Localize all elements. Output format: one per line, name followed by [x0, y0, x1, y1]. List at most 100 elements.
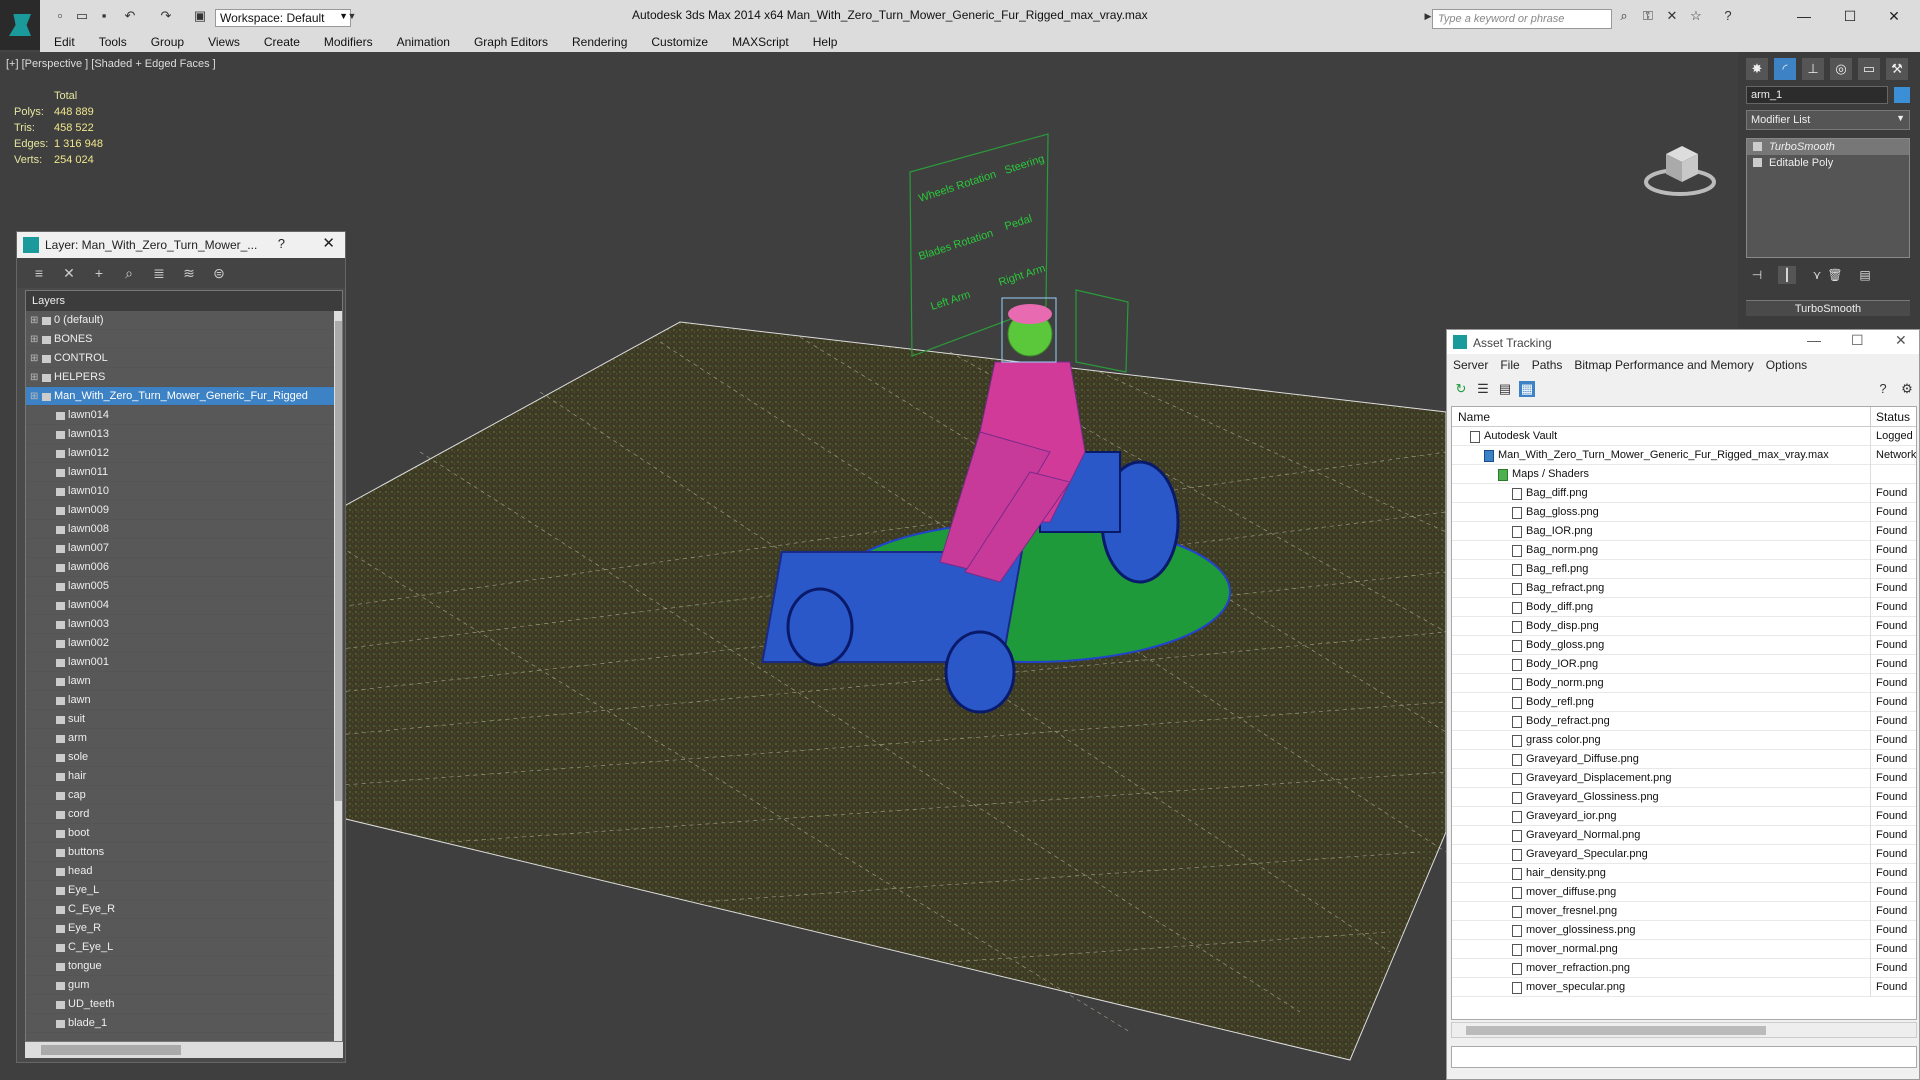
- refresh-icon[interactable]: ↻: [1453, 381, 1469, 397]
- hierarchy-tab-icon[interactable]: ⊥: [1802, 58, 1824, 80]
- expand-icon[interactable]: ⊞: [30, 311, 38, 330]
- menu-maxscript[interactable]: MAXScript: [732, 35, 789, 49]
- maximize-button[interactable]: ☐: [1828, 4, 1872, 28]
- viewport-label[interactable]: [+] [Perspective ] [Shaded + Edged Faces…: [6, 58, 216, 70]
- layer-row[interactable]: lawn003: [26, 615, 342, 634]
- layer-row[interactable]: lawn005: [26, 577, 342, 596]
- create-tab-icon[interactable]: ✸: [1746, 58, 1768, 80]
- key-icon[interactable]: ⚿: [1640, 8, 1656, 24]
- binoculars-icon[interactable]: ⌕: [1616, 8, 1632, 24]
- asset-row[interactable]: Body_disp.png Found: [1452, 617, 1916, 636]
- details-view-icon[interactable]: ▤: [1497, 381, 1513, 397]
- menu-options[interactable]: Options: [1766, 358, 1807, 372]
- horizontal-scrollbar[interactable]: [25, 1042, 343, 1058]
- menu-bitmap-performance[interactable]: Bitmap Performance and Memory: [1574, 358, 1753, 372]
- remove-modifier-icon[interactable]: 🗑: [1826, 266, 1844, 284]
- layer-row[interactable]: lawn: [26, 691, 342, 710]
- close-button[interactable]: ✕: [1895, 332, 1907, 349]
- menu-file[interactable]: File: [1500, 358, 1519, 372]
- asset-row[interactable]: Bag_refl.png Found: [1452, 560, 1916, 579]
- menu-tools[interactable]: Tools: [99, 35, 127, 49]
- select-objects-icon[interactable]: ⌕: [121, 265, 137, 281]
- menu-rendering[interactable]: Rendering: [572, 35, 627, 49]
- layer-row[interactable]: Eye_R: [26, 919, 342, 938]
- modifier-list-dropdown[interactable]: Modifier List ▼: [1746, 110, 1910, 130]
- display-tab-icon[interactable]: ▭: [1858, 58, 1880, 80]
- layer-row[interactable]: lawn009: [26, 501, 342, 520]
- layer-row[interactable]: C_Eye_L: [26, 938, 342, 957]
- stack-item-editable-poly[interactable]: Editable Poly: [1747, 155, 1909, 171]
- list-view-icon[interactable]: ☰: [1475, 381, 1491, 397]
- layer-row[interactable]: lawn002: [26, 634, 342, 653]
- project-folder-icon[interactable]: ▣: [192, 8, 208, 24]
- asset-row[interactable]: Man_With_Zero_Turn_Mower_Generic_Fur_Rig…: [1452, 446, 1916, 465]
- layer-row[interactable]: arm: [26, 729, 342, 748]
- object-color-swatch[interactable]: [1894, 87, 1910, 103]
- scrollbar-thumb[interactable]: [41, 1045, 181, 1055]
- layer-row[interactable]: lawn004: [26, 596, 342, 615]
- asset-row[interactable]: Body_diff.png Found: [1452, 598, 1916, 617]
- table-view-icon[interactable]: ▦: [1519, 381, 1535, 397]
- layer-row[interactable]: cord: [26, 805, 342, 824]
- asset-row[interactable]: Bag_gloss.png Found: [1452, 503, 1916, 522]
- motion-tab-icon[interactable]: ◎: [1830, 58, 1852, 80]
- layer-row[interactable]: ⊞ BONES: [26, 330, 342, 349]
- open-file-icon[interactable]: ▭: [74, 8, 90, 24]
- asset-row[interactable]: Body_refract.png Found: [1452, 712, 1916, 731]
- layer-row[interactable]: lawn001: [26, 653, 342, 672]
- lightbulb-icon[interactable]: [1753, 142, 1762, 151]
- search-input[interactable]: Type a keyword or phrase: [1432, 9, 1612, 29]
- layer-row[interactable]: lawn013: [26, 425, 342, 444]
- layer-row[interactable]: suit: [26, 710, 342, 729]
- menu-paths[interactable]: Paths: [1532, 358, 1563, 372]
- layer-row[interactable]: cap: [26, 786, 342, 805]
- layer-row[interactable]: blade_1: [26, 1014, 342, 1033]
- asset-row[interactable]: Graveyard_ior.png Found: [1452, 807, 1916, 826]
- asset-tracking-titlebar[interactable]: Asset Tracking — ☐ ✕: [1447, 330, 1919, 354]
- layer-row[interactable]: lawn011: [26, 463, 342, 482]
- layer-row[interactable]: tongue: [26, 957, 342, 976]
- layer-row[interactable]: hair: [26, 767, 342, 786]
- minimize-button[interactable]: —: [1782, 4, 1826, 28]
- layer-row[interactable]: gum: [26, 976, 342, 995]
- expand-icon[interactable]: ⊞: [30, 349, 38, 368]
- asset-row[interactable]: mover_normal.png Found: [1452, 940, 1916, 959]
- asset-row[interactable]: Bag_IOR.png Found: [1452, 522, 1916, 541]
- layer-row[interactable]: UD_teeth: [26, 995, 342, 1014]
- menu-modifiers[interactable]: Modifiers: [324, 35, 373, 49]
- asset-row[interactable]: Graveyard_Specular.png Found: [1452, 845, 1916, 864]
- asset-row[interactable]: Body_IOR.png Found: [1452, 655, 1916, 674]
- layer-row[interactable]: sole: [26, 748, 342, 767]
- horizontal-scrollbar[interactable]: [1451, 1022, 1917, 1038]
- menu-animation[interactable]: Animation: [397, 35, 450, 49]
- layer-list[interactable]: Layers ⊞ 0 (default) ⊞ BONES ⊞ CONTROL ⊞ HELPER…: [25, 290, 343, 1042]
- layer-row[interactable]: lawn: [26, 672, 342, 691]
- expand-icon[interactable]: ⊞: [30, 330, 38, 349]
- menu-server[interactable]: Server: [1453, 358, 1488, 372]
- menu-help[interactable]: Help: [813, 35, 838, 49]
- freeze-all-icon[interactable]: ⊜: [211, 265, 227, 281]
- layer-row[interactable]: lawn008: [26, 520, 342, 539]
- asset-row[interactable]: hair_density.png Found: [1452, 864, 1916, 883]
- asset-row[interactable]: Bag_refract.png Found: [1452, 579, 1916, 598]
- add-layer-icon[interactable]: +: [91, 265, 107, 281]
- asset-row[interactable]: mover_diffuse.png Found: [1452, 883, 1916, 902]
- star-icon[interactable]: ☆: [1688, 8, 1704, 24]
- menu-create[interactable]: Create: [264, 35, 300, 49]
- layer-row[interactable]: head: [26, 862, 342, 881]
- asset-row[interactable]: Graveyard_Normal.png Found: [1452, 826, 1916, 845]
- layer-row[interactable]: buttons: [26, 843, 342, 862]
- column-name[interactable]: Name: [1458, 410, 1490, 424]
- layer-row[interactable]: lawn006: [26, 558, 342, 577]
- pin-stack-icon[interactable]: ⊣: [1748, 266, 1766, 284]
- make-unique-icon[interactable]: ⋎: [1808, 266, 1826, 284]
- layer-row[interactable]: ⊞ Man_With_Zero_Turn_Mower_Generic_Fur_Ri…: [26, 387, 342, 406]
- maximize-button[interactable]: ☐: [1851, 332, 1864, 349]
- stack-item-turbosmooth[interactable]: TurboSmooth: [1747, 139, 1909, 155]
- asset-row[interactable]: mover_glossiness.png Found: [1452, 921, 1916, 940]
- show-end-result-icon[interactable]: ┃: [1778, 266, 1796, 284]
- asset-path-field[interactable]: [1451, 1046, 1917, 1068]
- menu-graph-editors[interactable]: Graph Editors: [474, 35, 548, 49]
- turbosmooth-rollout[interactable]: TurboSmooth: [1746, 300, 1910, 316]
- new-file-icon[interactable]: ▫: [52, 8, 68, 24]
